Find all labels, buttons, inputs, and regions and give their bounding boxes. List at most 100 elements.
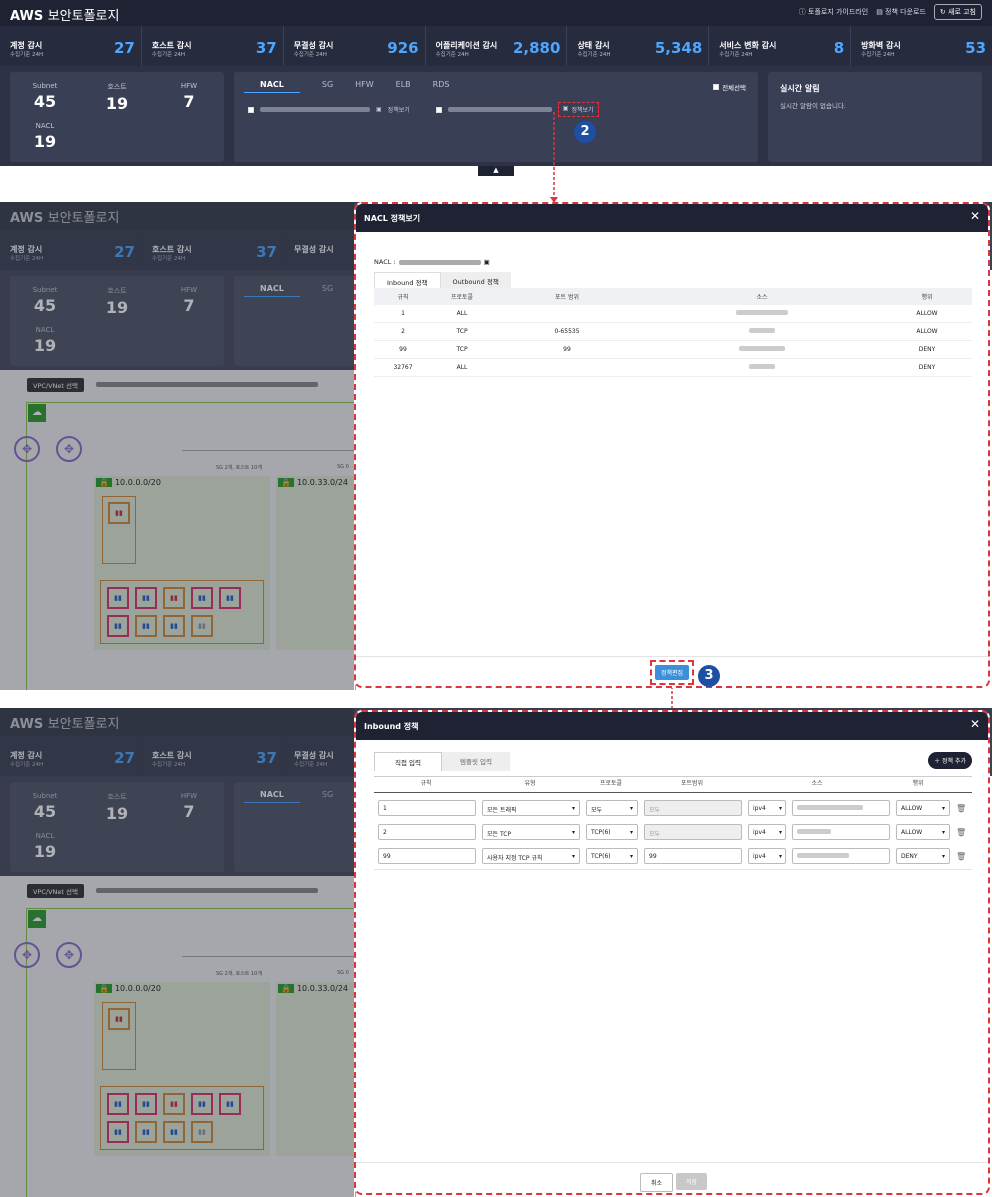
tab-sg[interactable]: SG	[322, 80, 333, 93]
rule-number-input[interactable]: 1	[378, 800, 476, 816]
refresh-button[interactable]: ↻ 새로 고침	[933, 4, 982, 20]
collapse-toggle[interactable]: ▲	[478, 166, 514, 176]
rule-number-input[interactable]: 99	[378, 848, 476, 864]
stat-card[interactable]: 방화벽 감시 수집기준 24H 53	[851, 26, 992, 66]
ip-version-select[interactable]: ipv4 ▾	[748, 848, 786, 864]
footer-divider	[356, 1162, 988, 1163]
action-select[interactable]: ALLOW ▾	[896, 800, 950, 816]
dashboard-area: Subnet 45 호스트 19 HFW 7 NACL 19 NACL SG HFW E…	[0, 66, 992, 176]
table-row[interactable]: 99 TCP 99 DENY	[374, 340, 972, 359]
table-header: 규칙 프로토콜 포트 범위 소스 행위	[374, 288, 972, 305]
dropdown-icon: ▾	[778, 805, 782, 812]
download-link[interactable]: ▤ 정책 다운로드	[876, 7, 926, 17]
ip-version-select[interactable]: ipv4 ▾	[748, 824, 786, 840]
tab-rds[interactable]: RDS	[433, 80, 450, 93]
save-button[interactable]: 저장	[676, 1173, 708, 1190]
modal-header: Inbound 정책 ✕	[356, 712, 988, 740]
policy-checkbox[interactable]	[248, 106, 254, 113]
select-all-checkbox[interactable]	[713, 84, 720, 90]
type-select[interactable]: 사용자 지정 TCP 규칙 ▾	[482, 848, 580, 864]
tab-direct-input[interactable]: 직접 입력	[374, 752, 442, 771]
modal-overlay	[0, 708, 354, 1197]
table-row[interactable]: 32767 ALL DENY	[374, 358, 972, 377]
close-icon[interactable]: ✕	[970, 717, 980, 731]
protocol-select[interactable]: 모두 ▾	[586, 800, 638, 816]
close-icon[interactable]: ✕	[970, 209, 980, 223]
source-input[interactable]	[792, 824, 890, 840]
modal-overlay	[0, 202, 354, 690]
count-box: Subnet 45 호스트 19 HFW 7 NACL 19	[10, 72, 224, 162]
rule-number-input[interactable]: 2	[378, 824, 476, 840]
alert-empty: 실시간 알람이 없습니다.	[780, 102, 846, 110]
port-range-input[interactable]: 모두	[644, 824, 742, 840]
tab-template-input[interactable]: 템플릿 입력	[442, 752, 510, 771]
table-divider	[374, 869, 972, 870]
modal-title: NACL 정책보기	[364, 214, 421, 223]
tab-nacl[interactable]: NACL	[244, 80, 300, 93]
source-input[interactable]	[792, 800, 890, 816]
type-select[interactable]: 모든 TCP ▾	[482, 824, 580, 840]
select-all[interactable]: 전체선택	[713, 82, 746, 92]
cancel-button[interactable]: 취소	[640, 1173, 674, 1192]
dropdown-icon: ▾	[778, 829, 782, 836]
action-select[interactable]: DENY ▾	[896, 848, 950, 864]
nacl-count[interactable]: NACL 19	[10, 122, 80, 151]
dropdown-icon: ▾	[941, 853, 945, 860]
table-row[interactable]: 2 모든 TCP ▾ TCP(6) ▾ 모두 ipv4 ▾ ALLOW ▾ 🗑	[378, 822, 972, 842]
tab-elb[interactable]: ELB	[396, 80, 411, 93]
dropdown-icon: ▾	[629, 829, 633, 836]
modal-title: Inbound 정책	[364, 722, 419, 731]
edit-policy-button[interactable]: 정책편집	[655, 665, 690, 680]
stat-card[interactable]: 무결성 감시 수집기준 24H 926	[284, 26, 426, 66]
dropdown-icon: ▾	[941, 829, 945, 836]
dropdown-icon: ▾	[571, 829, 575, 836]
stat-card[interactable]: 상태 감시 수집기준 24H 5,348	[567, 26, 710, 66]
table-row[interactable]: 1 ALL ALLOW	[374, 305, 972, 323]
stat-card[interactable]: 계정 감시 수집기준 24H 27	[0, 26, 142, 66]
ip-version-select[interactable]: ipv4 ▾	[748, 800, 786, 816]
alert-title: 실시간 알림	[780, 84, 820, 93]
subnet-count[interactable]: Subnet 45	[10, 82, 80, 111]
dropdown-icon: ▾	[571, 805, 575, 812]
edit-table-header: 규칙 유형 프로토콜 포트범위 소스 행위	[420, 780, 924, 787]
port-range-input[interactable]: 99	[644, 848, 742, 864]
dropdown-icon: ▾	[629, 853, 633, 860]
delete-icon[interactable]: 🗑	[956, 804, 966, 813]
type-select[interactable]: 모든 트래픽 ▾	[482, 800, 580, 816]
port-range-input[interactable]: 모두	[644, 800, 742, 816]
footer-divider	[356, 656, 988, 657]
view-icon[interactable]: ▣	[563, 105, 569, 114]
stat-card[interactable]: 서비스 변화 감시 수집기준 24H 8	[709, 26, 852, 66]
protocol-select[interactable]: TCP(6) ▾	[586, 848, 638, 864]
tab-hfw[interactable]: HFW	[355, 80, 374, 93]
protocol-select[interactable]: TCP(6) ▾	[586, 824, 638, 840]
guide-link[interactable]: ⓘ 토폴로지 가이드라인	[799, 7, 868, 17]
stat-card[interactable]: 호스트 감시 수집기준 24H 37	[142, 26, 284, 66]
policy-view-panel: AWS 보안토폴로지 계정 감시 수집기준 24H 27 호스트 감시 수집기준 24…	[0, 202, 992, 690]
action-select[interactable]: ALLOW ▾	[896, 824, 950, 840]
dropdown-icon: ▾	[629, 805, 633, 812]
nacl-id: NACL : ▣	[374, 258, 490, 266]
policy-checkbox[interactable]	[435, 106, 442, 113]
copy-icon[interactable]: ▣	[484, 258, 490, 266]
input-mode-tabs: 직접 입력 템플릿 입력	[374, 752, 510, 771]
view-icon[interactable]: ▣	[376, 106, 382, 113]
source-input[interactable]	[792, 848, 890, 864]
stats-bar: 계정 감시 수집기준 24H 27 호스트 감시 수집기준 24H 37 무결성 감시 수…	[0, 26, 992, 66]
table-row[interactable]: 2 TCP 0-65535 ALLOW	[374, 322, 972, 341]
dropdown-icon: ▾	[571, 853, 575, 860]
host-count[interactable]: 호스트 19	[82, 82, 152, 113]
hfw-count[interactable]: HFW 7	[154, 82, 224, 111]
add-policy-button[interactable]: ＋ 정책 추가	[928, 752, 972, 769]
table-row[interactable]: 99 사용자 지정 TCP 규칙 ▾ TCP(6) ▾ 99 ipv4 ▾ DENY ▾…	[378, 846, 972, 866]
delete-icon[interactable]: 🗑	[956, 828, 966, 837]
delete-icon[interactable]: 🗑	[956, 852, 966, 861]
view-policy-highlight[interactable]: ▣ 정책보기	[557, 102, 599, 117]
table-row[interactable]: 1 모든 트래픽 ▾ 모두 ▾ 모두 ipv4 ▾ ALLOW ▾ 🗑	[378, 798, 972, 818]
app-title: AWS 보안토폴로지	[10, 9, 120, 24]
policy-tabs: NACL SG HFW ELB RDS	[244, 80, 449, 93]
view-policy-link[interactable]: 정책보기	[388, 105, 410, 114]
stat-card[interactable]: 어플리케이션 감시 수집기준 24H 2,880	[426, 26, 568, 66]
dashboard-panel: AWS 보안토폴로지 ⓘ 토폴로지 가이드라인 ▤ 정책 다운로드 ↻ 새로 고…	[0, 0, 992, 176]
dropdown-icon: ▾	[778, 853, 782, 860]
